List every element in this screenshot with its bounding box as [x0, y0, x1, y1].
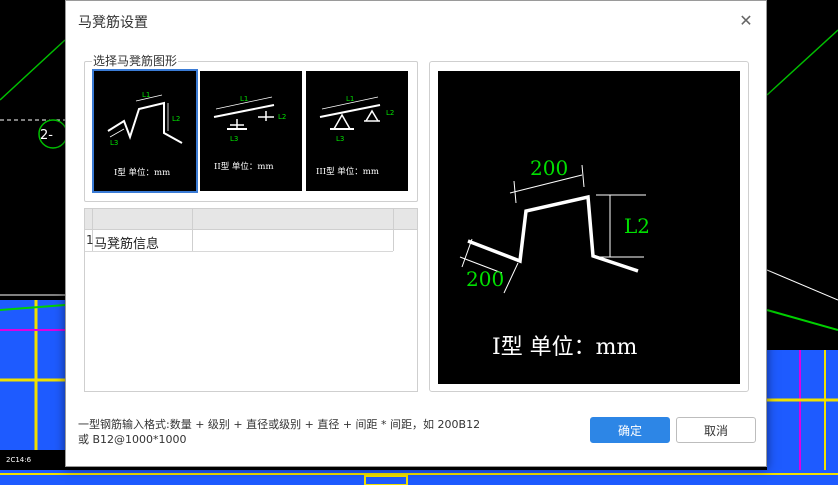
type-1-l2-label: L2	[172, 115, 180, 123]
shape-group-label: 选择马凳筋图形	[92, 52, 179, 69]
preview-diagram: 200 L2 200 I型 单位：mm	[459, 156, 650, 360]
cancel-button[interactable]: 取消	[676, 417, 756, 443]
shape-preview: 200 L2 200 I型 单位：mm	[438, 71, 740, 384]
type-2-diagram: L1 L2 L3 II型 单位：mm	[213, 95, 286, 172]
table-header-row	[85, 209, 417, 230]
preview-side-dimension: L2	[624, 214, 650, 238]
stirrup-settings-dialog: 马凳筋设置 ✕ 选择马凳筋图形 L1 L2 L3 I型 单位：mm L1 L2 …	[65, 0, 767, 467]
type-3-l3-label: L3	[336, 135, 344, 143]
preview-top-dimension: 200	[530, 156, 568, 180]
preview-left-dimension: 200	[466, 267, 504, 291]
svg-text:2-: 2-	[40, 128, 53, 143]
shape-option-type-1[interactable]: L1 L2 L3 I型 单位：mm	[92, 69, 198, 193]
dialog-title: 马凳筋设置	[78, 15, 148, 31]
stirrup-info-table: 1 马凳筋信息	[84, 208, 418, 392]
hint-line-2: 或 B12@1000*1000	[78, 433, 187, 446]
type-3-diagram: L1 L2 L3 III型 单位：mm	[316, 95, 394, 177]
type-3-l1-label: L1	[346, 95, 354, 103]
type-1-l3-label: L3	[110, 139, 118, 147]
table-row-divider	[85, 251, 393, 252]
type-2-l2-label: L2	[278, 113, 286, 121]
type-2-l1-label: L1	[240, 95, 248, 103]
hint-line-1: 一型钢筋输入格式:数量 + 级别 + 直径或级别 + 直径 + 间距 * 间距，…	[78, 418, 481, 431]
table-col-separator	[393, 209, 394, 251]
type-3-l2-label: L2	[386, 109, 394, 117]
close-icon[interactable]: ✕	[736, 11, 756, 31]
table-row-name-cell[interactable]: 马凳筋信息	[94, 233, 159, 252]
type-1-diagram: L1 L2 L3 I型 单位：mm	[107, 91, 183, 178]
type-3-caption: III型 单位：mm	[316, 166, 379, 177]
table-row-index: 1	[86, 233, 94, 247]
type-2-l3-label: L3	[230, 135, 238, 143]
type-1-l1-label: L1	[142, 91, 150, 99]
svg-text:2C14:6: 2C14:6	[6, 456, 32, 464]
preview-caption: I型 单位：mm	[492, 335, 638, 360]
type-2-caption: II型 单位：mm	[214, 161, 274, 172]
shape-option-type-3[interactable]: L1 L2 L3 III型 单位：mm	[306, 71, 408, 191]
table-col-separator	[192, 209, 193, 251]
ok-button[interactable]: 确定	[590, 417, 670, 443]
input-format-hint: 一型钢筋输入格式:数量 + 级别 + 直径或级别 + 直径 + 间距 * 间距，…	[78, 417, 548, 447]
shape-option-type-2[interactable]: L1 L2 L3 II型 单位：mm	[200, 71, 302, 191]
type-1-caption: I型 单位：mm	[114, 167, 170, 178]
